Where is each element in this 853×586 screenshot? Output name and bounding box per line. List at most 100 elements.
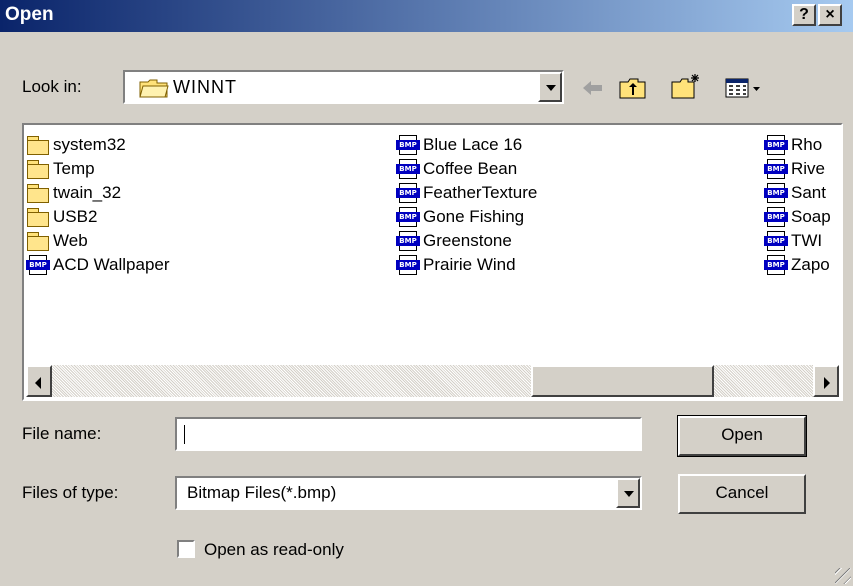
filename-input[interactable] — [175, 417, 642, 451]
bmp-badge: BMP — [396, 188, 420, 198]
list-item-label: Greenstone — [423, 231, 512, 250]
list-item-label: ACD Wallpaper — [53, 255, 170, 274]
horizontal-scrollbar[interactable] — [26, 365, 839, 397]
bmp-badge: BMP — [396, 140, 420, 150]
bmp-file-icon: BMP — [26, 255, 50, 275]
list-item-label: Coffee Bean — [423, 159, 518, 178]
list-item-label: Soap — [791, 207, 831, 226]
list-item[interactable]: Temp — [26, 157, 366, 181]
list-item-label: Blue Lace 16 — [423, 135, 523, 154]
text-caret — [184, 425, 185, 444]
bmp-badge: BMP — [396, 260, 420, 270]
chevron-down-icon — [624, 491, 634, 497]
list-item-label: Web — [53, 231, 88, 250]
list-item[interactable]: BMP Gone Fishing — [396, 205, 736, 229]
bmp-file-icon: BMP — [396, 159, 420, 179]
bmp-badge: BMP — [396, 164, 420, 174]
list-item-label: Zapo — [791, 255, 830, 274]
lookin-combo[interactable]: WINNT — [123, 70, 564, 104]
title-bar[interactable]: Open ? × — [0, 0, 853, 32]
bmp-badge: BMP — [26, 260, 50, 270]
lookin-value: WINNT — [173, 77, 237, 97]
view-menu-icon[interactable] — [724, 76, 764, 105]
bmp-file-icon: BMP — [396, 135, 420, 155]
help-button[interactable]: ? — [792, 4, 816, 26]
bmp-file-icon: BMP — [764, 159, 788, 179]
scrollbar-thumb[interactable] — [531, 365, 714, 397]
list-item[interactable]: BMP FeatherTexture — [396, 181, 736, 205]
list-item-label: Rho — [791, 135, 823, 154]
list-item-label: Gone Fishing — [423, 207, 525, 226]
filetype-combo[interactable]: Bitmap Files(*.bmp) — [175, 476, 642, 510]
list-item-label: FeatherTexture — [423, 183, 538, 202]
list-item-label: Sant — [791, 183, 826, 202]
bmp-file-icon: BMP — [396, 231, 420, 251]
bmp-badge: BMP — [764, 236, 788, 246]
back-arrow-icon[interactable] — [580, 76, 606, 105]
list-item[interactable]: BMP ACD Wallpaper — [26, 253, 366, 277]
chevron-down-icon — [546, 85, 556, 91]
bmp-file-icon: BMP — [764, 207, 788, 227]
list-item[interactable]: BMP Blue Lace 16 — [396, 133, 736, 157]
list-item-label: Prairie Wind — [423, 255, 516, 274]
list-item[interactable]: BMP Coffee Bean — [396, 157, 736, 181]
list-item[interactable]: twain_32 — [26, 181, 366, 205]
bmp-badge: BMP — [764, 164, 788, 174]
list-item[interactable]: BMP Rho — [764, 133, 839, 157]
bmp-badge: BMP — [764, 188, 788, 198]
scroll-left-button[interactable] — [26, 365, 52, 397]
folder-icon — [26, 183, 50, 203]
bmp-badge: BMP — [764, 212, 788, 222]
list-item[interactable]: BMP Soap — [764, 205, 839, 229]
size-grip[interactable] — [835, 568, 851, 584]
folder-icon — [139, 78, 169, 103]
readonly-checkbox[interactable] — [177, 540, 195, 558]
folder-icon — [26, 159, 50, 179]
bmp-file-icon: BMP — [396, 207, 420, 227]
list-item[interactable]: BMP Prairie Wind — [396, 253, 736, 277]
close-button[interactable]: × — [818, 4, 842, 26]
up-folder-icon[interactable] — [618, 76, 648, 105]
list-item[interactable]: BMP TWI — [764, 229, 839, 253]
list-item[interactable]: BMP Sant — [764, 181, 839, 205]
list-item[interactable]: USB2 — [26, 205, 366, 229]
lookin-dropdown-button[interactable] — [538, 72, 562, 102]
arrow-right-icon — [824, 377, 830, 389]
folder-icon — [26, 231, 50, 251]
open-dialog: Open ? × Look in: WINNT system32 Temp tw… — [0, 0, 853, 586]
readonly-label: Open as read-only — [204, 540, 344, 559]
list-item-label: system32 — [53, 135, 126, 154]
list-item-label: twain_32 — [53, 183, 122, 202]
bmp-file-icon: BMP — [764, 255, 788, 275]
bmp-file-icon: BMP — [396, 183, 420, 203]
bmp-badge: BMP — [396, 236, 420, 246]
folder-icon — [26, 135, 50, 155]
list-item[interactable]: BMP Zapo — [764, 253, 839, 277]
filetype-value: Bitmap Files(*.bmp) — [187, 483, 337, 502]
bmp-badge: BMP — [764, 140, 788, 150]
bmp-file-icon: BMP — [764, 231, 788, 251]
window-title: Open — [5, 4, 54, 25]
open-button[interactable]: Open — [677, 415, 807, 457]
cancel-button[interactable]: Cancel — [678, 474, 806, 514]
list-item[interactable]: BMP Rive — [764, 157, 839, 181]
lookin-label: Look in: — [22, 77, 82, 96]
folder-icon — [26, 207, 50, 227]
list-item-label: USB2 — [53, 207, 98, 226]
list-item-label: Temp — [53, 159, 95, 178]
filetype-dropdown-button[interactable] — [616, 478, 640, 508]
filename-label: File name: — [22, 424, 102, 443]
bmp-badge: BMP — [396, 212, 420, 222]
bmp-file-icon: BMP — [764, 183, 788, 203]
scroll-right-button[interactable] — [813, 365, 839, 397]
file-list[interactable]: system32 Temp twain_32 USB2 Web BMP ACD Wallpa… — [22, 123, 843, 401]
list-item-label: TWI — [791, 231, 823, 250]
bmp-file-icon: BMP — [396, 255, 420, 275]
list-item[interactable]: system32 — [26, 133, 366, 157]
list-item[interactable]: Web — [26, 229, 366, 253]
filetype-label: Files of type: — [22, 483, 119, 502]
arrow-left-icon — [35, 377, 41, 389]
list-item-label: Rive — [791, 159, 826, 178]
new-folder-icon[interactable] — [670, 72, 702, 105]
list-item[interactable]: BMP Greenstone — [396, 229, 736, 253]
